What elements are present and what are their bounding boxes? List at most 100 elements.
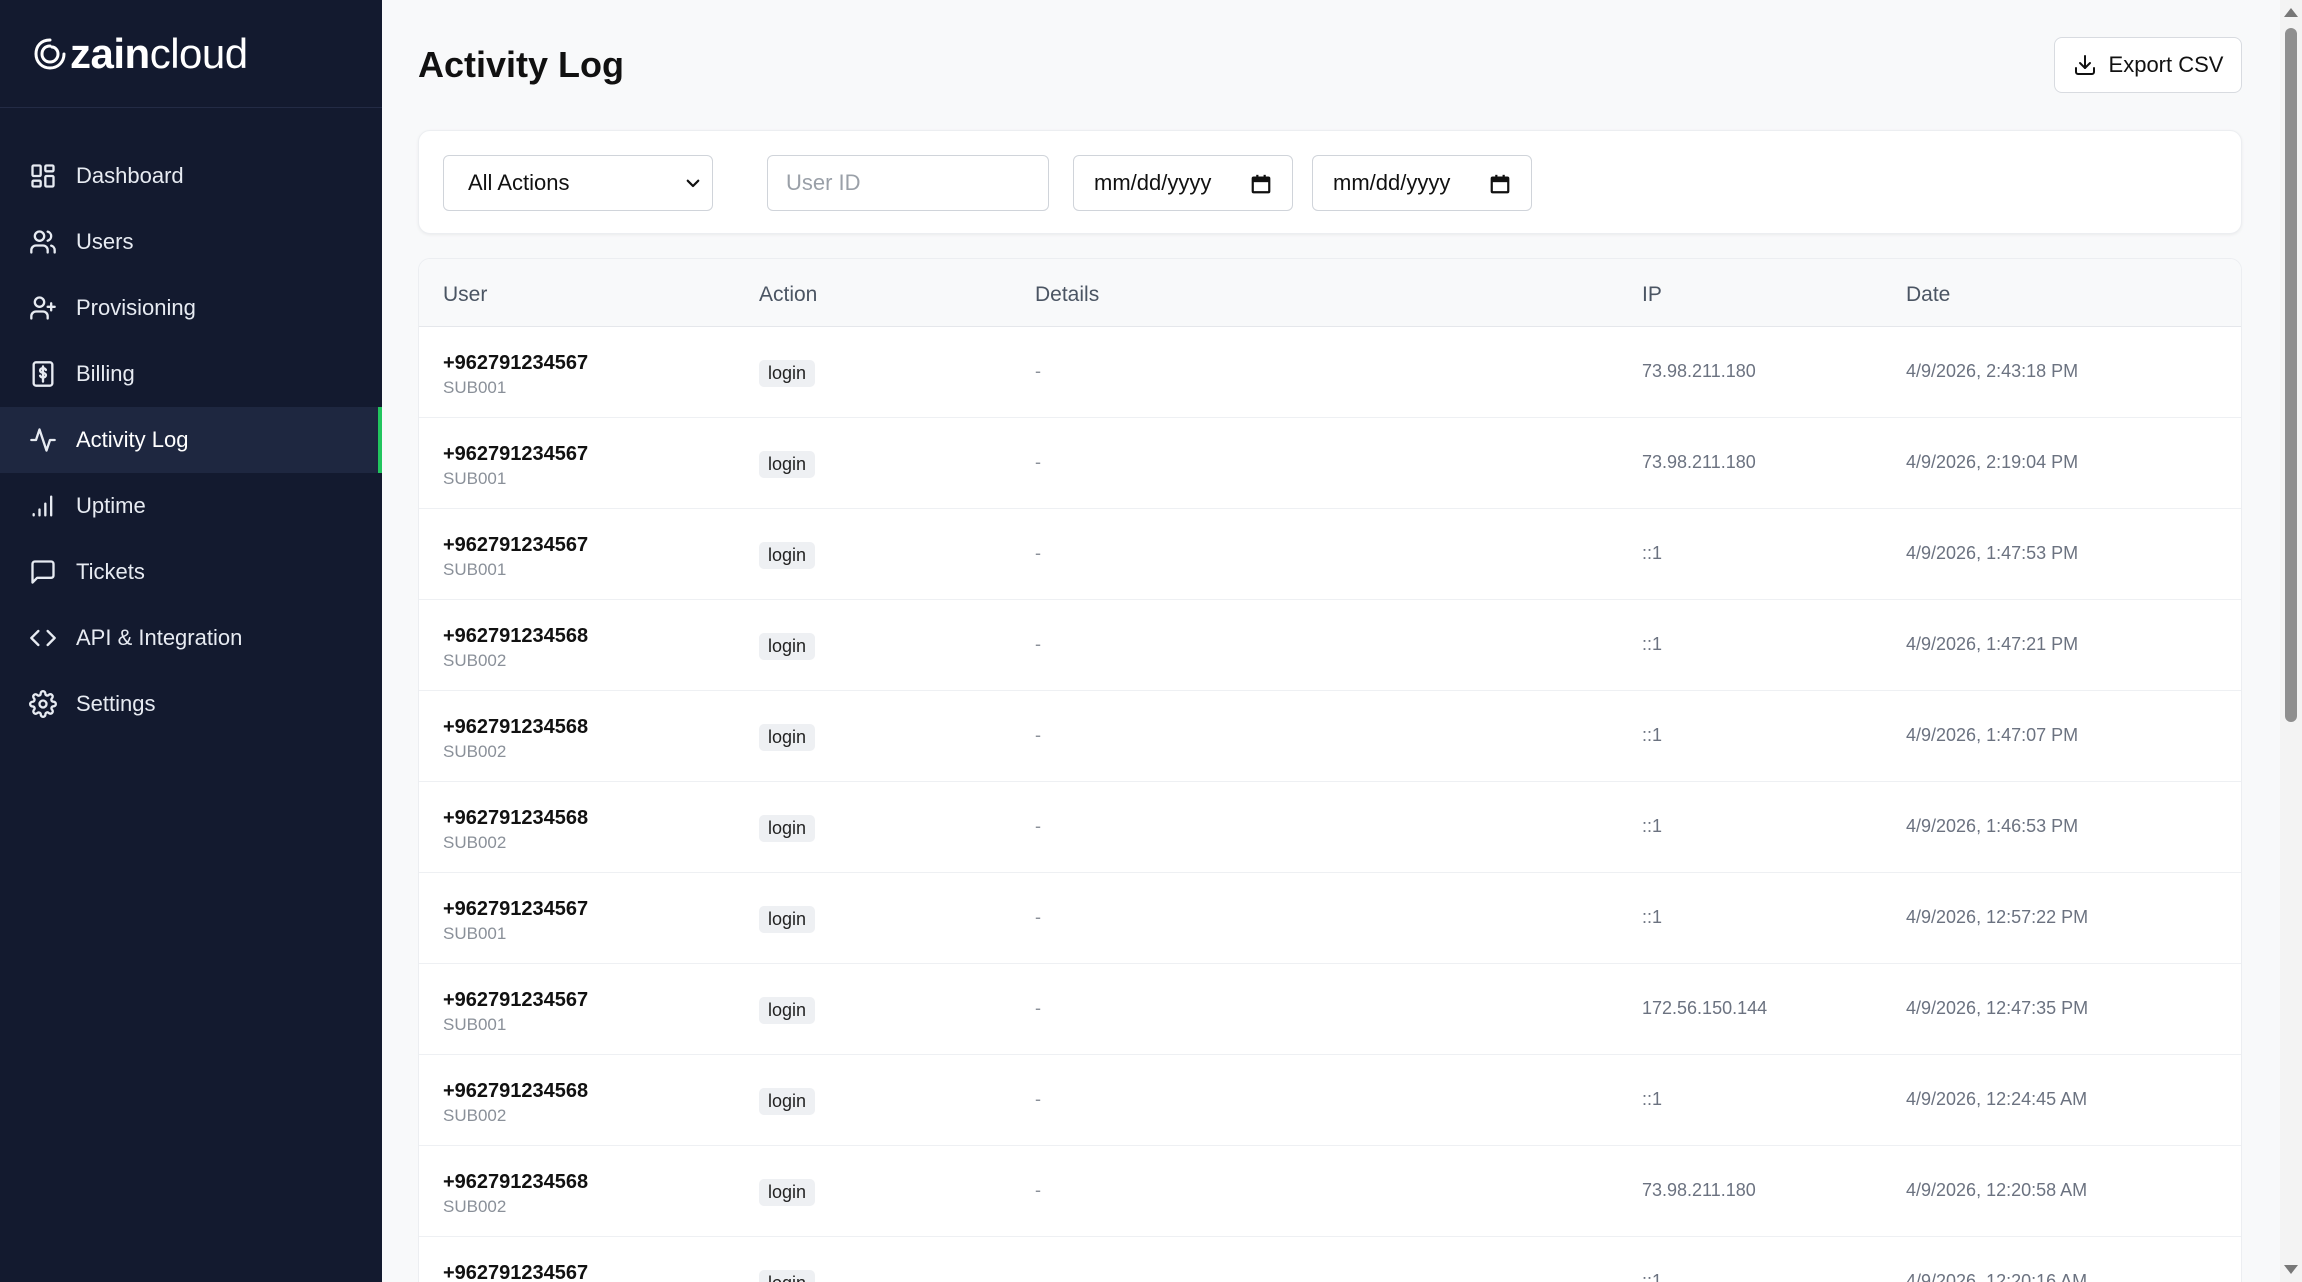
dashboard-icon	[28, 161, 58, 191]
user-phone: +962791234568	[443, 716, 589, 738]
action-badge: login	[759, 815, 816, 842]
user-cell: +962791234567 SUB001	[443, 351, 588, 398]
user-cell: +962791234568 SUB002	[443, 806, 588, 853]
user-cell: +962791234568 SUB002	[443, 1079, 588, 1126]
signal-icon	[28, 491, 58, 521]
sidebar-item-tickets[interactable]: Tickets	[0, 539, 382, 605]
table-row[interactable]: +962791234567 login::1 4/9/2026, 12:20:16 …	[419, 1237, 2241, 1282]
user-cell: +962791234567 SUB001	[443, 533, 588, 580]
sidebar-item-dashboard[interactable]: Dashboard	[0, 143, 382, 209]
table-row[interactable]: +962791234567 SUB001 login - 73.98.211.180 4/…	[419, 418, 2241, 509]
details-cell: -	[1035, 361, 1041, 381]
scroll-down-icon[interactable]	[2284, 1265, 2298, 1274]
download-icon	[2074, 55, 2095, 75]
message-icon	[28, 557, 58, 587]
sidebar-item-billing[interactable]: Billing	[0, 341, 382, 407]
sidebar-item-users[interactable]: Users	[0, 209, 382, 275]
ip-cell: ::1	[1642, 725, 1663, 745]
ip-cell: ::1	[1642, 543, 1663, 563]
user-sub-id: SUB001	[443, 378, 507, 397]
export-csv-button[interactable]: Export CSV	[2054, 37, 2242, 93]
scrollbar-thumb[interactable]	[2285, 28, 2297, 722]
table-row[interactable]: +962791234568 SUB002 login -::1 4/9/2026, 1:…	[419, 782, 2241, 873]
details-cell: -	[1035, 452, 1041, 472]
date-cell: 4/9/2026, 1:47:07 PM	[1906, 725, 2079, 745]
user-cell: +962791234568 SUB002	[443, 624, 588, 671]
user-id-input[interactable]: User ID	[767, 155, 1049, 211]
user-phone: +962791234567	[443, 534, 589, 556]
user-phone: +962791234568	[443, 807, 589, 829]
user-phone: +962791234567	[443, 898, 589, 920]
sidebar-item-provisioning[interactable]: Provisioning	[0, 275, 382, 341]
date-cell: 4/9/2026, 1:46:53 PM	[1906, 816, 2079, 836]
date-from-input[interactable]: mm/dd/yyyy	[1073, 155, 1293, 211]
scroll-up-icon[interactable]	[2284, 8, 2298, 17]
code-icon	[28, 623, 58, 653]
table-row[interactable]: +962791234568SUB002 login -::1 4/9/2026, 1:…	[419, 691, 2241, 782]
filters-bar: All Actions User ID mm/dd/yyyy mm/dd/yyy…	[418, 130, 2242, 234]
user-cell: +962791234567 SUB001	[443, 988, 588, 1035]
details-cell: -	[1035, 907, 1041, 927]
action-filter-select[interactable]: All Actions	[443, 155, 713, 211]
user-sub-id: SUB001	[443, 560, 507, 579]
action-badge: login	[759, 997, 816, 1024]
ip-cell: ::1	[1642, 1089, 1663, 1109]
sidebar-item-uptime[interactable]: Uptime	[0, 473, 382, 539]
date-cell: 4/9/2026, 12:24:45 AM	[1906, 1089, 2088, 1109]
column-header-date[interactable]: Date	[1906, 283, 1950, 307]
user-phone: +962791234567	[443, 989, 589, 1011]
date-to-input[interactable]: mm/dd/yyyy	[1312, 155, 1532, 211]
sidebar-item-settings[interactable]: Settings	[0, 671, 382, 737]
user-sub-id: SUB001	[443, 469, 507, 488]
user-phone: +962791234568	[443, 1171, 589, 1193]
table-row[interactable]: +962791234568 SUB002 login -::1 4/9/2026, 1:…	[419, 600, 2241, 691]
zain-logo-icon	[34, 38, 66, 70]
sidebar-item-activity-log[interactable]: Activity Log	[0, 407, 382, 473]
column-header-ip[interactable]: IP	[1642, 283, 1662, 307]
table-body: +962791234567 SUB001 login - 73.98.211.180 4/…	[419, 327, 2241, 1282]
action-badge: login	[759, 906, 816, 933]
sidebar-item-api-integration[interactable]: API & Integration	[0, 605, 382, 671]
table-row[interactable]: +962791234568 SUB002 login - 73.98.211.180 4/…	[419, 1146, 2241, 1237]
column-header-action[interactable]: Action	[759, 283, 817, 307]
sidebar-item-label: Users	[76, 229, 134, 254]
user-plus-icon	[28, 293, 58, 323]
sidebar-item-label: Uptime	[76, 493, 146, 518]
table-row[interactable]: +962791234567 SUB001 login -::1 4/9/2026, 12…	[419, 873, 2241, 964]
export-csv-label: Export CSV	[2108, 52, 2224, 77]
table-header: User Action Details IP Date	[419, 259, 2241, 327]
user-sub-id: SUB002	[443, 742, 507, 761]
users-icon	[28, 227, 58, 257]
user-cell: +962791234567 SUB001	[443, 897, 588, 944]
table-row[interactable]: +962791234567 SUB001 login -::1 4/9/2026, 1:…	[419, 509, 2241, 600]
action-badge: login	[759, 1270, 816, 1282]
sidebar-item-label: Tickets	[76, 559, 145, 584]
brand-logo[interactable]: zaincloud	[0, 0, 382, 108]
action-badge: login	[759, 451, 816, 478]
billing-icon	[28, 359, 58, 389]
sidebar-nav: Dashboard Users Provisioning Billing Activit…	[0, 143, 382, 737]
page-title: Activity Log	[418, 44, 625, 85]
details-cell: -	[1035, 725, 1041, 745]
table-row[interactable]: +962791234567 SUB001 login - 73.98.211.180 4/…	[419, 327, 2241, 418]
activity-icon	[28, 425, 58, 455]
user-sub-id: SUB001	[443, 1015, 507, 1034]
brand-name: zaincloud	[70, 29, 248, 77]
action-badge: login	[759, 1179, 816, 1206]
table-row[interactable]: +962791234567 SUB001 login - 172.56.150.144 4…	[419, 964, 2241, 1055]
gear-icon	[28, 689, 58, 719]
column-header-details[interactable]: Details	[1035, 283, 1099, 307]
calendar-icon[interactable]	[1489, 173, 1511, 195]
table-row[interactable]: +962791234568 SUB002 login -::1 4/9/2026, 12…	[419, 1055, 2241, 1146]
column-header-user[interactable]: User	[443, 283, 487, 307]
page-scrollbar[interactable]	[2280, 0, 2302, 1282]
user-sub-id: SUB002	[443, 833, 507, 852]
date-cell: 4/9/2026, 12:57:22 PM	[1906, 907, 2089, 927]
sidebar-item-label: API & Integration	[76, 625, 243, 650]
date-cell: 4/9/2026, 2:43:18 PM	[1906, 361, 2079, 381]
calendar-icon[interactable]	[1250, 173, 1272, 195]
user-phone: +962791234568	[443, 625, 589, 647]
action-badge: login	[759, 724, 816, 751]
user-cell: +962791234567	[443, 1261, 588, 1282]
chevron-down-icon	[686, 179, 700, 188]
